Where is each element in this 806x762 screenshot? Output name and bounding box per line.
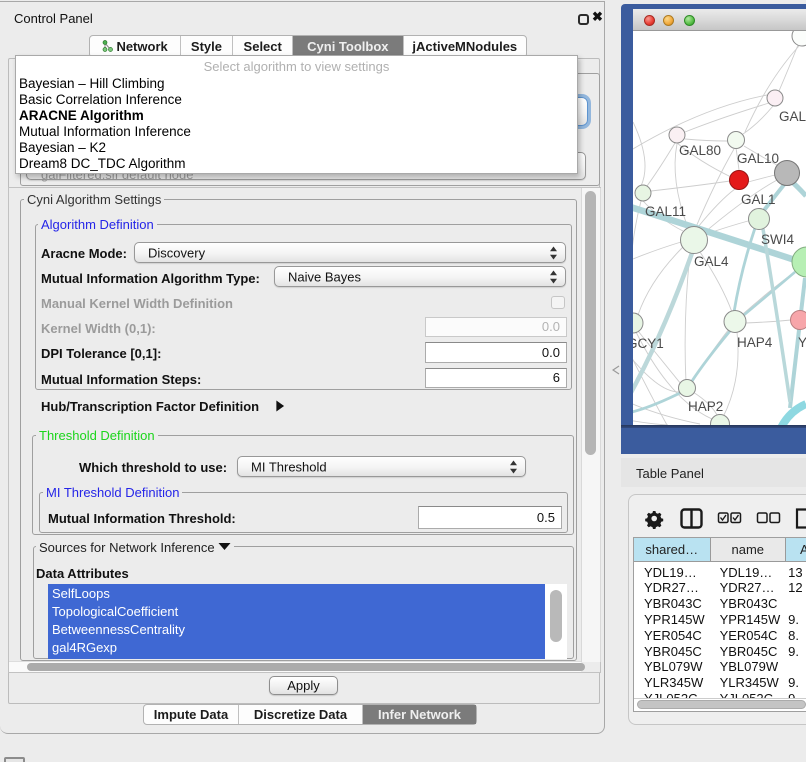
svg-text:Y: Y	[798, 335, 806, 350]
svg-text:GAL4: GAL4	[694, 254, 729, 269]
svg-text:SWI4: SWI4	[761, 232, 794, 247]
svg-text:GAL11: GAL11	[645, 204, 686, 219]
svg-text:HAP4: HAP4	[737, 335, 773, 350]
svg-text:GAL10: GAL10	[737, 151, 779, 166]
svg-text:GAL2: GAL2	[779, 109, 806, 124]
svg-text:GAL1: GAL1	[741, 192, 776, 207]
svg-text:GCY1: GCY1	[633, 336, 664, 351]
svg-text:HAP2: HAP2	[688, 399, 723, 414]
svg-text:GAL80: GAL80	[679, 143, 721, 158]
